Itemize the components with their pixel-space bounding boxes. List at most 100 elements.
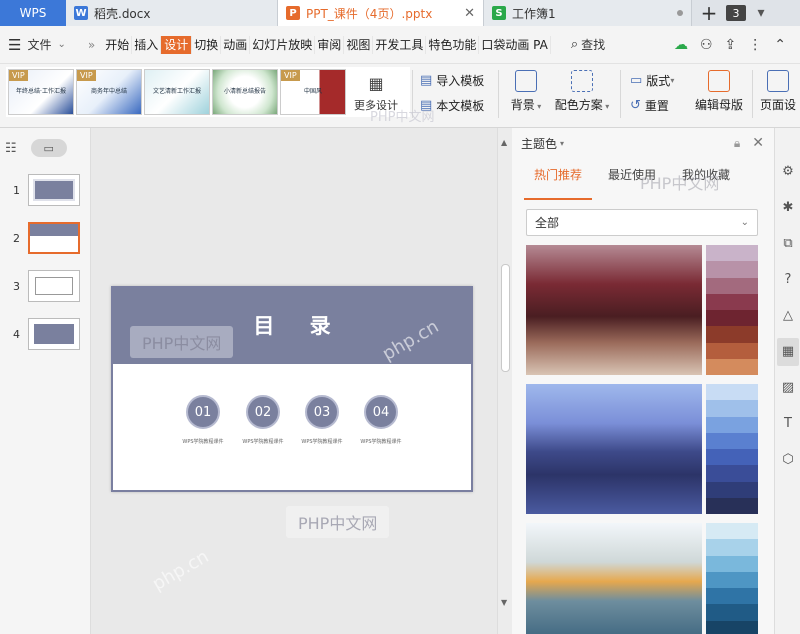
tab-popular[interactable]: 热门推荐 bbox=[523, 158, 593, 200]
current-slide[interactable]: 目 录 01 02 03 04 WPS学院教程课件 WPS学院教程课件 WPS学… bbox=[111, 286, 473, 492]
collapse-ribbon-icon[interactable]: ⌃ bbox=[774, 37, 786, 53]
template-thumb-2[interactable]: VIP 商务年中总结 bbox=[76, 69, 142, 115]
master-icon bbox=[708, 70, 730, 92]
template-thumb-3[interactable]: 文艺清新工作汇报 bbox=[144, 69, 210, 115]
menu-design[interactable]: 设计 bbox=[161, 35, 193, 54]
ribbon-divider bbox=[752, 70, 753, 118]
close-icon[interactable]: ✕ bbox=[752, 135, 764, 151]
color-swatch bbox=[706, 571, 758, 588]
menu-right-icons: ☁ ⚇ ⇪ ⋮ ⌃ bbox=[674, 37, 800, 53]
edit-master-button[interactable]: 编辑母版 bbox=[690, 70, 748, 113]
double-chevron-icon[interactable]: » bbox=[74, 38, 103, 52]
scrollbar-thumb[interactable] bbox=[501, 264, 510, 372]
menu-review[interactable]: 审阅 bbox=[315, 35, 345, 54]
menu-animations[interactable]: 动画 bbox=[221, 35, 251, 54]
menu-insert[interactable]: 插入 bbox=[132, 35, 162, 54]
slide-preview bbox=[28, 222, 80, 254]
tab-docx-label: 稻壳.docx bbox=[94, 6, 151, 21]
object-icon[interactable]: ✱ bbox=[780, 200, 796, 216]
menu-developer[interactable]: 开发工具 bbox=[373, 35, 427, 54]
scheme-filter-dropdown[interactable]: 全部 ⌄ bbox=[526, 209, 758, 236]
wps-label: WPS bbox=[19, 6, 47, 20]
background-button[interactable]: 背景 ▾ bbox=[500, 70, 552, 113]
slide-preview bbox=[28, 174, 80, 206]
tab-list-icon[interactable]: ▾ bbox=[746, 0, 776, 26]
lock-icon[interactable]: 🔒︎ bbox=[734, 136, 740, 151]
page-setup-button[interactable]: 页面设 bbox=[756, 70, 800, 113]
toc-circle-4[interactable]: 04 bbox=[364, 395, 398, 429]
toc-circle-3[interactable]: 03 bbox=[305, 395, 339, 429]
color-scheme-3[interactable] bbox=[526, 523, 758, 634]
toc-circle-2[interactable]: 02 bbox=[246, 395, 280, 429]
text-icon[interactable]: T bbox=[780, 416, 796, 432]
file-menu[interactable]: ☰ 文件 ⌄ bbox=[0, 36, 74, 54]
outline-view-icon[interactable]: ☷ bbox=[5, 141, 17, 156]
tab-favorites[interactable]: 我的收藏 bbox=[682, 158, 730, 192]
settings-sliders-icon[interactable]: ⚙ bbox=[780, 164, 796, 180]
scheme-photo-interior bbox=[526, 245, 702, 375]
color-scheme-panel-icon[interactable]: ▦ bbox=[777, 338, 799, 366]
canvas-scrollbar[interactable]: ▲ ▼ bbox=[497, 128, 512, 634]
color-scheme-button[interactable]: 配色方案 ▾ bbox=[552, 70, 612, 113]
edit-master-label: 编辑母版 bbox=[694, 98, 743, 112]
toc-circle-1[interactable]: 01 bbox=[186, 395, 220, 429]
slide-number: 2 bbox=[13, 232, 20, 245]
menu-transitions[interactable]: 切换 bbox=[192, 35, 222, 54]
color-scheme-2[interactable] bbox=[526, 384, 758, 514]
menu-slideshow[interactable]: 幻灯片放映 bbox=[250, 35, 316, 54]
search-button[interactable]: ⌕ 查找 bbox=[571, 36, 605, 53]
menu-home[interactable]: 开始 bbox=[103, 35, 133, 54]
template-thumb-label: 小清新总结报告 bbox=[223, 88, 266, 95]
reset-button[interactable]: ↺ 重置 bbox=[630, 97, 669, 114]
copy-icon[interactable]: ⧉ bbox=[780, 236, 796, 252]
color-swatch bbox=[706, 277, 758, 294]
color-scheme-1[interactable] bbox=[526, 245, 758, 375]
slide-thumb-2[interactable]: 2 bbox=[0, 222, 91, 258]
more-design-label: 更多设计 bbox=[354, 99, 398, 112]
side-toolbar: ⚙ ✱ ⧉ ? △ ▦ ▨ T ⬡ bbox=[775, 128, 800, 634]
tab-sheet[interactable]: S 工作簿1 bbox=[484, 0, 692, 26]
menu-pocket-animation[interactable]: 口袋动画 PA bbox=[479, 35, 551, 54]
menu-bar: ☰ 文件 ⌄ » 开始 插入 设计 切换 动画 幻灯片放映 审阅 视图 开发工具… bbox=[0, 26, 800, 64]
more-design-button[interactable]: ▦ 更多设计 bbox=[350, 74, 402, 113]
slide-title[interactable]: 目 录 bbox=[113, 310, 471, 340]
layout-button[interactable]: ▭ 版式 ▾ bbox=[630, 72, 674, 89]
scroll-up-icon[interactable]: ▲ bbox=[501, 138, 507, 147]
import-template-button[interactable]: ▤ 导入模板 bbox=[420, 72, 484, 89]
more-options-icon[interactable]: ⋮ bbox=[748, 37, 762, 53]
template-thumb-1[interactable]: VIP 年终总结·工作汇报 bbox=[8, 69, 74, 115]
image-icon[interactable]: ▨ bbox=[780, 380, 796, 396]
tab-pptx-label: PPT_课件（4页）.pptx bbox=[306, 6, 433, 21]
share-user-icon[interactable]: ⚇ bbox=[700, 37, 713, 53]
import-template-label: 导入模板 bbox=[436, 74, 485, 88]
this-template-label: 本文模板 bbox=[436, 99, 485, 113]
color-swatch bbox=[706, 310, 758, 327]
menu-features[interactable]: 特色功能 bbox=[426, 35, 480, 54]
cube-icon[interactable]: ⬡ bbox=[780, 452, 796, 468]
cloud-sync-icon[interactable]: ☁ bbox=[674, 37, 688, 53]
tab-count-badge[interactable]: 3 bbox=[726, 5, 746, 21]
color-swatch bbox=[706, 384, 758, 401]
scroll-down-icon[interactable]: ▼ bbox=[501, 598, 507, 607]
template-thumb-4[interactable]: 小清新总结报告 bbox=[212, 69, 278, 115]
wps-home-tab[interactable]: WPS bbox=[0, 0, 66, 26]
new-tab-button[interactable]: + bbox=[692, 0, 726, 26]
menu-view[interactable]: 视图 bbox=[344, 35, 374, 54]
close-icon[interactable]: ✕ bbox=[464, 6, 475, 21]
shapes-icon[interactable]: △ bbox=[780, 308, 796, 324]
tab-docx[interactable]: W 稻壳.docx bbox=[66, 0, 278, 26]
template-thumb-5[interactable]: VIP 中国风 bbox=[280, 69, 346, 115]
this-template-button[interactable]: ▤ 本文模板 bbox=[420, 97, 484, 114]
slide-thumb-1[interactable]: 1 bbox=[0, 174, 91, 210]
help-icon[interactable]: ? bbox=[780, 272, 796, 288]
slide-thumb-3[interactable]: 3 bbox=[0, 270, 91, 306]
tab-pptx[interactable]: P PPT_课件（4页）.pptx ✕ bbox=[278, 0, 484, 26]
slide-view-toggle[interactable]: ▭ bbox=[30, 139, 67, 157]
slide-thumb-4[interactable]: 4 bbox=[0, 318, 91, 354]
slide-canvas[interactable]: 目 录 01 02 03 04 WPS学院教程课件 WPS学院教程课件 WPS学… bbox=[91, 128, 497, 634]
tab-recent[interactable]: 最近使用 bbox=[608, 158, 656, 192]
share-icon[interactable]: ⇪ bbox=[725, 37, 737, 53]
color-swatch bbox=[706, 358, 758, 375]
chevron-down-icon[interactable]: ▾ bbox=[560, 139, 564, 148]
panel-title[interactable]: 主题色 bbox=[521, 135, 557, 152]
